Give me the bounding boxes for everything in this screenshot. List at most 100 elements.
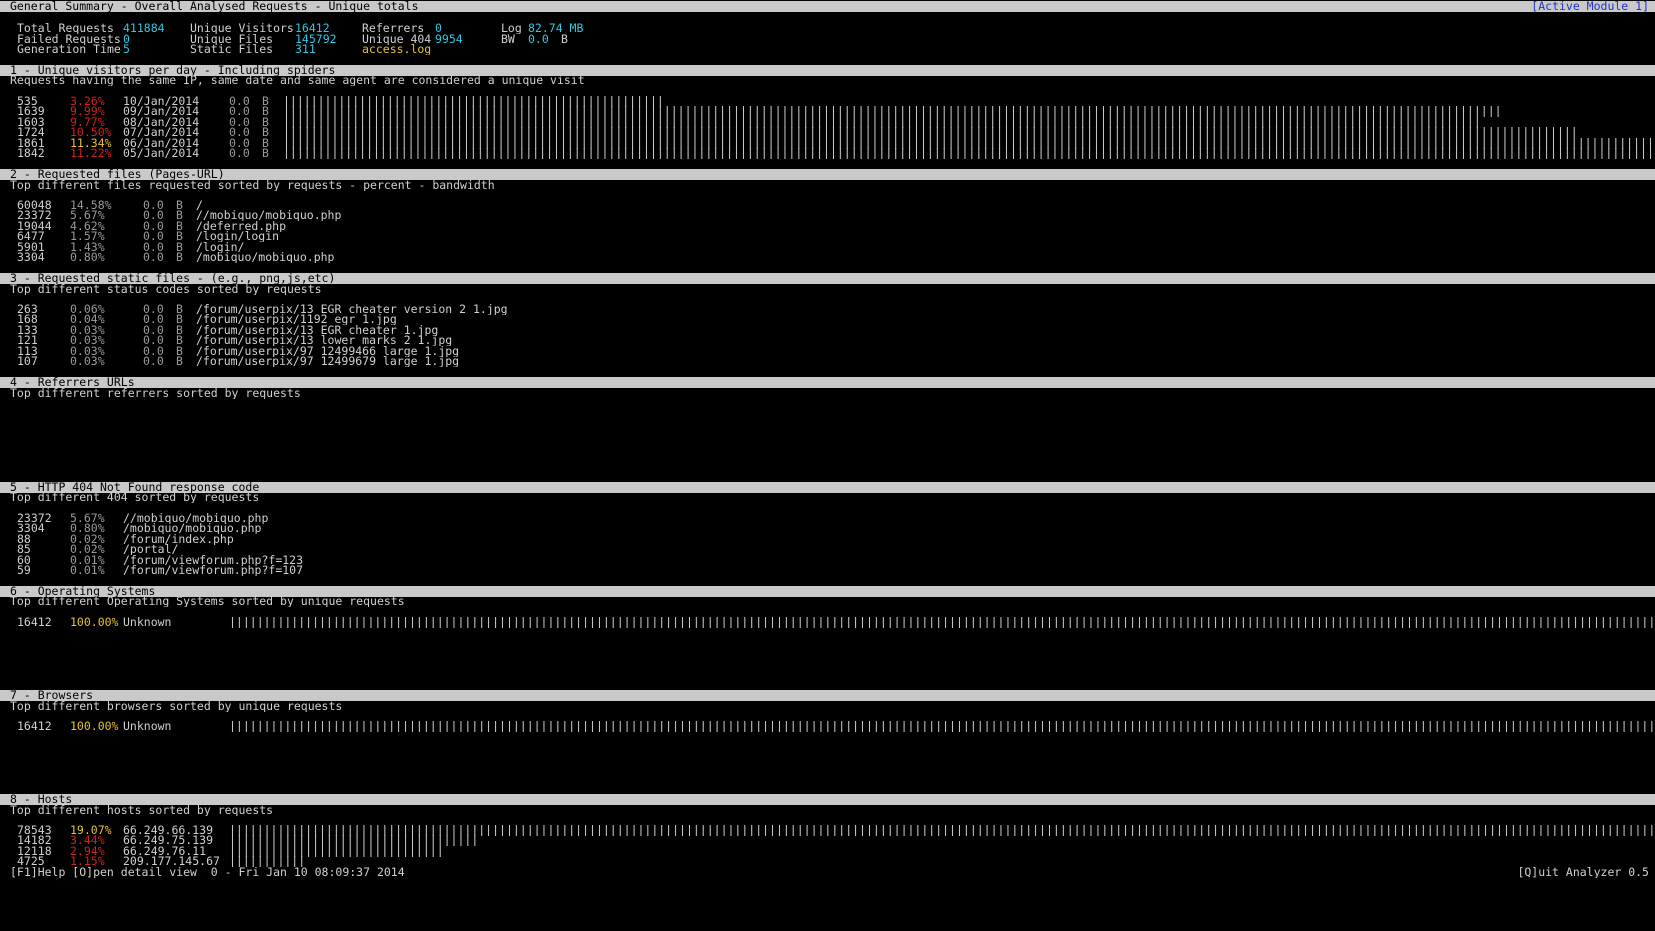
list-item[interactable]: 1842 11.22% 05/Jan/2014 0.0 B |||||||||||||||… [0,148,1655,159]
percent-value: 3.26% [70,96,105,107]
hits-bar: ||||||||||||||||||||||||||||||||||||||||… [283,148,1655,159]
hits-value: 16412 [17,721,52,732]
file-path: /deferred.php [196,220,287,232]
hits-bar: ||||||||||||||||||||||||||||||||||||||||… [229,825,1655,836]
bandwidth-value: 0.0 [143,314,164,326]
bandwidth-unit: B [176,345,183,357]
file-path: /forum/userpix/13_EGR_cheater_version_2_… [196,304,508,315]
list-item[interactable]: 263 0.06% 0.0 B/forum/userpix/13_EGR_cheate… [0,304,1655,315]
list-item[interactable]: 1724 10.50% 07/Jan/2014 0.0 B |||||||||||||||… [0,127,1655,138]
list-item[interactable]: 3304 0.80% /mobiquo/mobiquo.php [0,523,1655,534]
module-3-subtitle: Top different status codes sorted by req… [10,284,322,295]
module-8-header[interactable]: 8 - Hosts [0,794,1655,805]
hits-value: 133 [17,324,38,336]
module-4-header[interactable]: 4 - Referrers URLs [0,377,1655,388]
percent-value: 100.00% [70,617,119,628]
list-item[interactable]: 113 0.03% 0.0 B/forum/userpix/97_12499466_l… [0,346,1655,357]
percent-value: 0.01% [70,554,105,566]
hits-value: 1724 [17,127,45,139]
list-item[interactable]: 6477 1.57% 0.0 B/login/login [0,231,1655,242]
hits-value: 168 [17,314,38,326]
hits-value: 60048 [17,200,52,211]
hits-value: 85 [17,544,31,556]
list-item[interactable]: 60 0.01% /forum/viewforum.php?f=123 [0,555,1655,566]
module-1-subtitle: Requests having the same IP, same date a… [10,75,585,86]
percent-value: 1.57% [70,231,105,243]
hits-value: 1639 [17,106,45,118]
percent-value: 2.94% [70,845,105,857]
bandwidth-unit: B [262,116,269,128]
bandwidth-unit: B [176,220,183,232]
active-module-indicator: [Active Module 1] [1531,1,1649,12]
list-item[interactable]: 16412 100.00% Unknown |||||||||||||||||||||… [0,617,1655,628]
list-item[interactable]: 19044 4.62% 0.0 B/deferred.php [0,221,1655,232]
bandwidth-unit: B [262,96,269,107]
list-item[interactable]: 16412 100.00% Unknown |||||||||||||||||||||… [0,721,1655,732]
list-item[interactable]: 23372 5.67% 0.0 B //mobiquo/mobiquo.php [0,210,1655,221]
list-item[interactable]: 1603 9.77% 08/Jan/2014 0.0 B ||||||||||||||||… [0,117,1655,128]
hits-bar: ||||||||||||||||||||||||||||||||||||||||… [283,137,1655,149]
list-item[interactable]: 5901 1.43% 0.0 B/login/ [0,242,1655,253]
date-value: 07/Jan/2014 [123,127,200,139]
file-path: /login/ [196,241,245,253]
bandwidth-value: 0.0 [143,356,164,367]
file-path: /forum/userpix/97_12499466_large_1.jpg [196,345,460,357]
os-name: Unknown [123,617,172,628]
help-hint[interactable]: [F1]Help [O]pen detail view 0 - Fri Jan … [10,867,405,878]
log-size-value: 82.74 MB [528,23,584,34]
module-4-subtitle: Top different referrers sorted by reques… [10,388,301,399]
hits-value: 113 [17,345,38,357]
list-item[interactable]: 14182 3.44% 66.249.75.139 |||||||||||||||||… [0,835,1655,846]
list-item[interactable]: 133 0.03% 0.0 B/forum/userpix/13_EGR_cheate… [0,325,1655,336]
percent-value: 0.01% [70,565,105,576]
bandwidth-value: 0.0 [229,116,250,128]
file-path: /forum/viewforum.php?f=107 [123,565,304,576]
list-item[interactable]: 3304 0.80% 0.0 B/mobiquo/mobiquo.php [0,252,1655,263]
percent-value: 0.03% [70,324,105,336]
quit-hint[interactable]: [Q]uit Analyzer 0.5 [1517,867,1649,878]
file-path: /login/login [196,231,280,243]
percent-value: 0.04% [70,314,105,326]
file-path: //mobiquo/mobiquo.php [123,513,269,524]
list-item[interactable]: 168 0.04% 0.0 B/forum/userpix/1192_egr_1.jp… [0,314,1655,325]
list-item[interactable]: 88 0.02% /forum/index.php [0,534,1655,545]
bandwidth-unit: B [262,127,269,139]
hits-bar: ||||||||||||||||||||||||||||||| [229,845,444,857]
list-item[interactable]: 23372 5.67% //mobiquo/mobiquo.php [0,513,1655,524]
date-value: 05/Jan/2014 [123,148,200,159]
file-path: //mobiquo/mobiquo.php [196,210,342,222]
bandwidth-unit: B [262,106,269,118]
list-item[interactable]: 1861 11.34% 06/Jan/2014 0.0 B |||||||||||||||… [0,138,1655,149]
module-2-header[interactable]: 2 - Requested files (Pages-URL) [0,169,1655,180]
bandwidth-value: 0.0 [143,335,164,347]
module-6-subtitle: Top different Operating Systems sorted b… [10,596,405,607]
list-item[interactable]: 59 0.01% /forum/viewforum.php?f=107 [0,565,1655,576]
hits-value: 14182 [17,835,52,847]
list-item[interactable]: 78543 19.07% 66.249.66.139 ||||||||||||||||… [0,825,1655,836]
file-path: /forum/userpix/97_12499679_large_1.jpg [196,356,460,367]
hits-bar: ||||||||||||||||||||||||||||||||||||||||… [229,721,1655,732]
static-files-label: Static Files [190,44,274,55]
list-item[interactable]: 107 0.03% 0.0 B/forum/userpix/97_12499679_l… [0,356,1655,367]
module-7-title: 7 - Browsers [10,690,94,701]
list-item[interactable]: 121 0.03% 0.0 B/forum/userpix/13_lower_mark… [0,335,1655,346]
list-item[interactable]: 85 0.02% /portal/ [0,544,1655,555]
hits-value: 78543 [17,825,52,836]
list-item[interactable]: 12118 2.94% 66.249.76.11 ||||||||||||||||||… [0,846,1655,857]
hits-value: 1842 [17,148,45,159]
hits-value: 1603 [17,116,45,128]
list-item[interactable]: 1639 9.99% 09/Jan/2014 0.0 B ||||||||||||||||… [0,106,1655,117]
hits-value: 16412 [17,617,52,628]
percent-value: 11.22% [70,148,112,159]
list-item[interactable]: 60048 14.58% 0.0 B / [0,200,1655,211]
module-3-header[interactable]: 3 - Requested static files - (e.g., png,… [0,273,1655,284]
total-requests-label: Total Requests [17,23,114,34]
module-7-header[interactable]: 7 - Browsers [0,690,1655,701]
module-4-title: 4 - Referrers URLs [10,377,135,388]
bandwidth-value: 0.0 [143,304,164,315]
hits-value: 23372 [17,513,52,524]
list-item[interactable]: 535 3.26% 10/Jan/2014 0.0 B |||||||||||||||||… [0,96,1655,107]
bandwidth-value: 0.0 [143,210,164,222]
list-item[interactable]: 4725 1.15% 209.177.145.67 ||||||||||| [0,856,1655,867]
hits-bar: ||||||||||||||||||||||||||||||||||||||||… [283,106,1502,118]
